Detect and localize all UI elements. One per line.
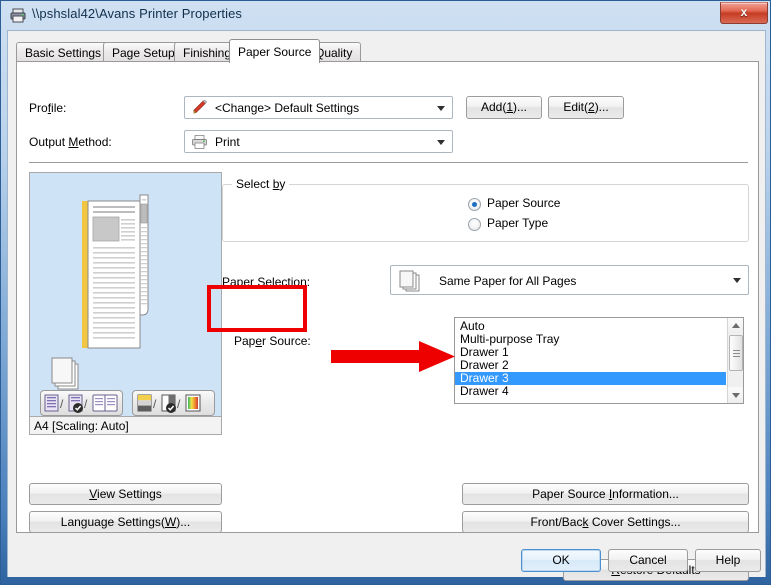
scrollbar-thumb[interactable] <box>729 335 743 371</box>
paper-selection-label: Paper Selection: <box>222 275 311 289</box>
tab-label: Basic Settings <box>25 46 102 60</box>
tab-label: Paper Source <box>238 45 312 59</box>
tab-label: Quality <box>315 46 353 60</box>
view-settings-button[interactable]: View Settings <box>29 483 222 505</box>
divider <box>29 162 748 163</box>
tab-label: Page Setup <box>112 46 175 60</box>
paper-source-panel: Profile: <Change> Default Settings Add(1… <box>16 61 759 581</box>
printer-properties-window: \\pshslal42\Avans Printer Properties x B… <box>0 0 771 585</box>
svg-text:/: / <box>153 397 157 411</box>
add-profile-button[interactable]: Add(1)... <box>466 96 542 119</box>
dialog-body: Basic Settings Page Setup Finishing Pape… <box>7 30 766 581</box>
cancel-label: Cancel <box>629 553 667 567</box>
select-by-group: Select by Paper Source Paper Type <box>222 177 749 242</box>
layout-options-iconbar[interactable]: / / <box>40 390 123 416</box>
output-method-value: Print <box>215 135 240 149</box>
paper-source-information-button[interactable]: Paper Source Information... <box>462 483 749 505</box>
paper-source-listbox[interactable]: Auto Multi-purpose Tray Drawer 1 Drawer … <box>454 317 744 404</box>
chevron-down-icon <box>733 278 741 283</box>
profile-label: Profile: <box>29 101 67 115</box>
chevron-down-icon <box>437 106 445 111</box>
paper-source-information-label: Paper Source Information... <box>532 487 679 501</box>
stacked-paper-icon <box>399 270 427 292</box>
tab-page-setup[interactable]: Page Setup <box>103 42 184 61</box>
printer-icon <box>10 8 26 23</box>
view-settings-label: View Settings <box>89 487 162 501</box>
tab-strip: Basic Settings Page Setup Finishing Pape… <box>16 39 759 63</box>
output-method-combobox[interactable]: Print <box>184 130 453 153</box>
scroll-down-icon[interactable] <box>728 387 743 403</box>
paper-selection-value: Same Paper for All Pages <box>439 274 577 288</box>
printer-small-icon <box>191 134 209 150</box>
chevron-down-icon <box>437 140 445 145</box>
pencil-icon <box>191 99 209 116</box>
select-by-title: Select by <box>232 177 290 191</box>
profile-combobox[interactable]: <Change> Default Settings <box>184 96 453 119</box>
output-method-label: Output Method: <box>29 135 112 149</box>
paper-source-label: Paper Source: <box>234 334 311 348</box>
print-preview: / / / / <box>29 172 222 417</box>
document-preview-image <box>51 194 149 390</box>
window-title: \\pshslal42\Avans Printer Properties <box>32 6 243 21</box>
list-item[interactable]: Drawer 4 <box>455 385 726 398</box>
tab-paper-source[interactable]: Paper Source <box>229 39 321 63</box>
color-options-iconbar[interactable]: / / <box>132 390 215 416</box>
listbox-scrollbar[interactable] <box>727 318 743 403</box>
ok-button[interactable]: OK <box>521 549 601 572</box>
help-button[interactable]: Help <box>695 549 761 572</box>
help-label: Help <box>715 553 741 567</box>
svg-text:/: / <box>177 397 181 411</box>
grip-icon <box>733 350 740 357</box>
ok-label: OK <box>552 553 570 567</box>
radio-paper-source-label: Paper Source <box>487 196 561 210</box>
language-settings-button[interactable]: Language Settings(W)... <box>29 511 222 533</box>
radio-paper-source[interactable] <box>468 198 481 211</box>
edit-profile-button[interactable]: Edit(2)... <box>548 96 624 119</box>
title-bar: \\pshslal42\Avans Printer Properties x <box>1 1 771 30</box>
tab-label: Finishing <box>183 46 232 60</box>
profile-value: <Change> Default Settings <box>215 101 360 115</box>
scroll-up-icon[interactable] <box>728 318 743 334</box>
preview-status-bar: A4 [Scaling: Auto] <box>29 417 222 435</box>
add-profile-label: Add(1)... <box>480 100 528 114</box>
close-button[interactable]: x <box>720 2 768 24</box>
preview-status-text: A4 [Scaling: Auto] <box>34 419 129 433</box>
svg-text:/: / <box>60 397 64 411</box>
language-settings-label: Language Settings(W)... <box>60 515 191 529</box>
front-back-cover-settings-button[interactable]: Front/Back Cover Settings... <box>462 511 749 533</box>
radio-paper-type-label: Paper Type <box>487 216 549 230</box>
close-icon: x <box>740 5 748 19</box>
svg-text:/: / <box>84 397 88 411</box>
cancel-button[interactable]: Cancel <box>608 549 688 572</box>
tab-basic-settings[interactable]: Basic Settings <box>16 42 111 61</box>
edit-profile-label: Edit(2)... <box>563 100 609 114</box>
front-back-cover-settings-label: Front/Back Cover Settings... <box>530 515 681 529</box>
paper-selection-combobox[interactable]: Same Paper for All Pages <box>390 265 749 295</box>
radio-paper-type[interactable] <box>468 218 481 231</box>
